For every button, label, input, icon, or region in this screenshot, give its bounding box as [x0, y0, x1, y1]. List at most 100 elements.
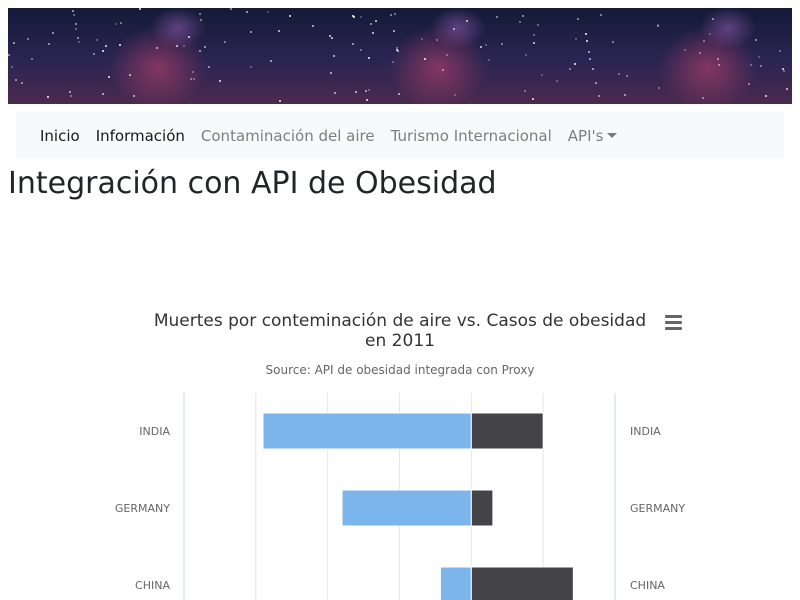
- banner-star: [683, 49, 686, 52]
- banner-star: [188, 35, 191, 38]
- caret-down-icon: [607, 132, 618, 138]
- banner-star: [366, 98, 369, 101]
- banner-star: [716, 57, 719, 60]
- banner-star: [118, 43, 121, 46]
- banner-star: [574, 38, 577, 41]
- nav-contaminacion-aire[interactable]: Contaminación del aire: [193, 127, 383, 145]
- bar-series-1: [262, 412, 472, 450]
- banner-star: [556, 79, 559, 82]
- bar-series-1: [341, 489, 472, 527]
- banner-star: [48, 42, 51, 45]
- banner-star: [625, 74, 628, 77]
- banner-star: [702, 40, 705, 43]
- banner-star: [453, 28, 456, 31]
- banner-star: [190, 77, 193, 80]
- banner-star: [364, 89, 367, 92]
- banner-star: [107, 76, 110, 79]
- banner-star: [657, 87, 660, 90]
- banner-star: [72, 14, 75, 17]
- banner-star: [701, 97, 704, 100]
- banner-star: [785, 87, 788, 90]
- banner-star: [568, 68, 571, 71]
- banner-star: [594, 81, 597, 84]
- banner-star: [389, 14, 392, 17]
- banner-star: [368, 89, 371, 92]
- banner-star: [618, 73, 621, 76]
- banner-star: [446, 53, 449, 56]
- banner-star: [750, 63, 752, 66]
- banner-star: [355, 90, 358, 93]
- chart-bars: [262, 412, 574, 600]
- banner-star: [96, 38, 99, 41]
- banner-star: [70, 95, 73, 98]
- banner-star: [760, 65, 763, 68]
- banner-star: [182, 44, 185, 47]
- banner-star: [102, 92, 105, 95]
- banner-star: [524, 54, 527, 57]
- nav-apis-dropdown[interactable]: API's: [560, 127, 626, 145]
- category-label-right: GERMANY: [630, 502, 685, 515]
- banner-star: [245, 10, 248, 13]
- banner-star: [312, 25, 315, 28]
- banner-star: [585, 39, 588, 42]
- banner-star: [10, 66, 13, 69]
- banner-star: [21, 81, 24, 84]
- banner-star: [391, 60, 394, 63]
- banner-star: [203, 45, 206, 48]
- banner-star: [597, 94, 600, 97]
- category-label-right: CHINA: [630, 579, 665, 592]
- category-label-left: INDIA: [139, 425, 170, 438]
- banner-star: [374, 19, 377, 22]
- chart-title-line-1: Muertes por conteminación de aire vs. Ca…: [154, 311, 646, 331]
- banner-star: [360, 49, 363, 52]
- banner-star: [765, 95, 768, 98]
- banner-star: [75, 27, 78, 30]
- banner-star: [577, 17, 580, 20]
- banner-star: [229, 8, 232, 10]
- banner-star: [8, 53, 11, 56]
- nav-inicio[interactable]: Inicio: [32, 127, 88, 145]
- banner-star: [207, 65, 210, 68]
- header-banner: [8, 8, 792, 104]
- banner-star: [501, 42, 504, 45]
- banner-star: [394, 12, 397, 15]
- category-label-right: INDIA: [630, 425, 661, 438]
- banner-star: [533, 34, 536, 37]
- banner-star: [199, 19, 202, 22]
- banner-star: [623, 93, 626, 96]
- banner-star: [77, 36, 80, 39]
- banner-star: [612, 41, 615, 44]
- banner-star: [541, 74, 543, 77]
- category-label-left: CHINA: [135, 579, 170, 592]
- chart-title-line-2: en 2011: [365, 331, 435, 351]
- banner-star: [533, 41, 536, 44]
- banner-star: [708, 32, 711, 35]
- banner-star: [524, 89, 527, 92]
- chart-context-menu-button[interactable]: [660, 312, 686, 334]
- banner-star: [532, 98, 535, 101]
- category-label-left: GERMANY: [115, 502, 170, 515]
- hamburger-menu-icon: [660, 315, 686, 330]
- nav-turismo-internacional[interactable]: Turismo Internacional: [383, 127, 560, 145]
- banner-star: [778, 49, 781, 52]
- banner-star: [782, 69, 785, 72]
- nav-apis-label: API's: [567, 126, 604, 145]
- banner-star: [441, 69, 444, 72]
- banner-star: [424, 57, 427, 60]
- banner-star: [223, 41, 226, 44]
- banner-star: [277, 29, 280, 32]
- banner-star: [138, 8, 141, 11]
- banner-star: [488, 58, 491, 61]
- navbar: Inicio Información Contaminación del air…: [16, 112, 784, 159]
- banner-star: [104, 44, 107, 47]
- banner-star: [589, 57, 592, 60]
- banner-star: [74, 23, 77, 26]
- banner-star: [371, 31, 374, 34]
- banner-star: [30, 58, 33, 61]
- banner-star: [132, 94, 135, 97]
- banner-star: [176, 44, 179, 47]
- banner-star: [266, 10, 269, 13]
- banner-star: [435, 39, 438, 42]
- banner-star: [367, 56, 370, 59]
- nav-informacion[interactable]: Información: [88, 127, 193, 145]
